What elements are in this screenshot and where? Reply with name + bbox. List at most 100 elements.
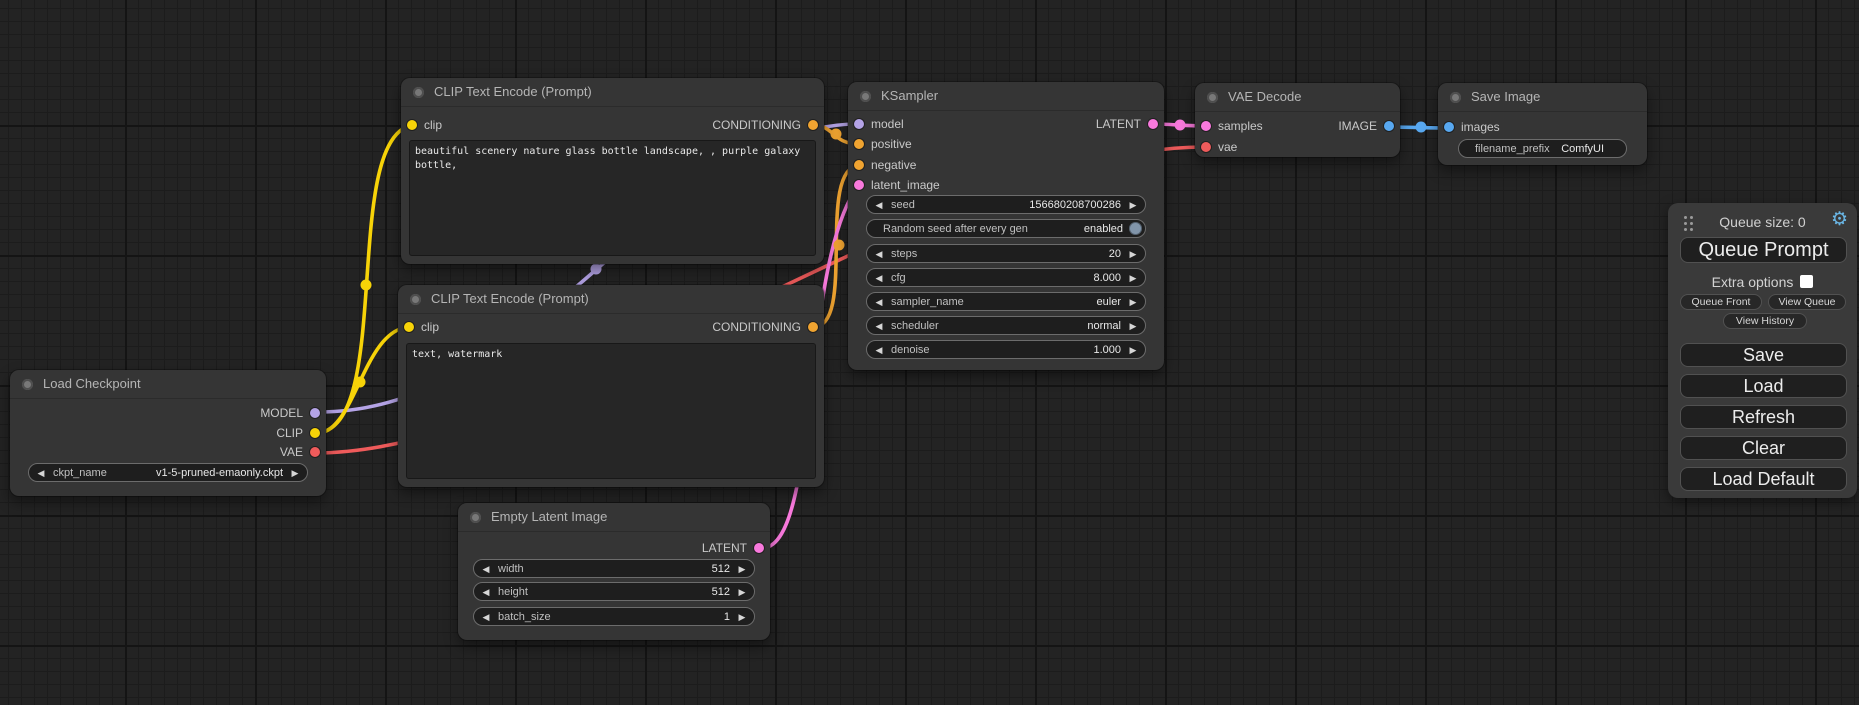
gear-icon[interactable]: ⚙ (1831, 209, 1848, 231)
decrement-arrow-icon[interactable]: ◀ (29, 465, 53, 481)
link-midpoint-dot[interactable] (1175, 120, 1186, 131)
node-load-checkpoint[interactable]: Load Checkpoint MODEL CLIP VAE ◀ ckpt_na… (10, 370, 326, 496)
collapse-dot-icon[interactable] (1207, 92, 1218, 103)
increment-arrow-icon[interactable]: ▶ (1121, 246, 1145, 262)
node-title: CLIP Text Encode (Prompt) (431, 285, 589, 313)
cfg-widget[interactable]: ◀ cfg 8.000 ▶ (866, 268, 1146, 287)
load-button[interactable]: Load (1680, 374, 1847, 398)
increment-arrow-icon[interactable]: ▶ (283, 465, 307, 481)
clear-button[interactable]: Clear (1680, 436, 1847, 460)
view-history-button[interactable]: View History (1723, 313, 1807, 329)
negative-input-slot[interactable] (854, 160, 864, 170)
node-clip-text-encode-negative[interactable]: CLIP Text Encode (Prompt) clip CONDITION… (398, 285, 824, 487)
increment-arrow-icon[interactable]: ▶ (1121, 318, 1145, 334)
node-clip-text-encode-positive[interactable]: CLIP Text Encode (Prompt) clip CONDITION… (401, 78, 824, 264)
increment-arrow-icon[interactable]: ▶ (1121, 197, 1145, 213)
slot-label: negative (871, 158, 916, 172)
node-header[interactable]: CLIP Text Encode (Prompt) (398, 285, 824, 314)
node-title: Save Image (1471, 83, 1540, 111)
vae-output-slot[interactable] (310, 447, 320, 457)
increment-arrow-icon[interactable]: ▶ (730, 561, 754, 577)
decrement-arrow-icon[interactable]: ◀ (867, 342, 891, 358)
widget-value: 8.000 (1093, 272, 1121, 284)
batch-size-widget[interactable]: ◀ batch_size 1 ▶ (473, 607, 755, 626)
increment-arrow-icon[interactable]: ▶ (1121, 270, 1145, 286)
node-vae-decode[interactable]: VAE Decode samples IMAGE vae (1195, 83, 1400, 157)
latent-output-slot[interactable] (1148, 119, 1158, 129)
increment-arrow-icon[interactable]: ▶ (730, 609, 754, 625)
positive-input-slot[interactable] (854, 139, 864, 149)
latent-image-input-slot[interactable] (854, 180, 864, 190)
model-output-slot[interactable] (310, 408, 320, 418)
collapse-dot-icon[interactable] (860, 91, 871, 102)
decrement-arrow-icon[interactable]: ◀ (867, 318, 891, 334)
extra-options-label: Extra options (1712, 274, 1794, 290)
queue-prompt-button[interactable]: Queue Prompt (1680, 237, 1847, 263)
link-midpoint-dot[interactable] (831, 129, 842, 140)
node-save-image[interactable]: Save Image images filename_prefix ComfyU… (1438, 83, 1647, 165)
link-midpoint-dot[interactable] (1416, 122, 1427, 133)
collapse-dot-icon[interactable] (413, 87, 424, 98)
queue-front-button[interactable]: Queue Front (1680, 294, 1762, 310)
increment-arrow-icon[interactable]: ▶ (1121, 294, 1145, 310)
images-input-slot[interactable] (1444, 122, 1454, 132)
output-row: CONDITIONING (398, 317, 824, 337)
ckpt-name-widget[interactable]: ◀ ckpt_name v1-5-pruned-emaonly.ckpt ▶ (28, 463, 308, 482)
clip-output-slot[interactable] (310, 428, 320, 438)
width-widget[interactable]: ◀ width 512 ▶ (473, 559, 755, 578)
collapse-dot-icon[interactable] (1450, 92, 1461, 103)
filename-prefix-widget[interactable]: filename_prefix ComfyUI (1458, 139, 1627, 158)
decrement-arrow-icon[interactable]: ◀ (474, 609, 498, 625)
link-midpoint-dot[interactable] (591, 264, 602, 275)
slot-label: latent_image (871, 178, 940, 192)
decrement-arrow-icon[interactable]: ◀ (474, 561, 498, 577)
slot-label: positive (871, 137, 912, 151)
node-header[interactable]: VAE Decode (1195, 83, 1400, 112)
decrement-arrow-icon[interactable]: ◀ (867, 246, 891, 262)
node-title: VAE Decode (1228, 83, 1301, 111)
node-header[interactable]: CLIP Text Encode (Prompt) (401, 78, 824, 107)
denoise-widget[interactable]: ◀ denoise 1.000 ▶ (866, 340, 1146, 359)
node-ksampler[interactable]: KSampler model LATENT positive negative … (848, 82, 1164, 370)
conditioning-output-slot[interactable] (808, 322, 818, 332)
save-button[interactable]: Save (1680, 343, 1847, 367)
conditioning-output-slot[interactable] (808, 120, 818, 130)
random-seed-toggle-widget[interactable]: Random seed after every gen enabled (866, 219, 1146, 238)
decrement-arrow-icon[interactable]: ◀ (474, 584, 498, 600)
decrement-arrow-icon[interactable]: ◀ (867, 270, 891, 286)
image-output-slot[interactable] (1384, 121, 1394, 131)
collapse-dot-icon[interactable] (410, 294, 421, 305)
load-default-button[interactable]: Load Default (1680, 467, 1847, 491)
link-midpoint-dot[interactable] (355, 377, 366, 388)
increment-arrow-icon[interactable]: ▶ (730, 584, 754, 600)
decrement-arrow-icon[interactable]: ◀ (867, 294, 891, 310)
refresh-button[interactable]: Refresh (1680, 405, 1847, 429)
input-row: vae (1195, 137, 1400, 157)
sampler-name-widget[interactable]: ◀ sampler_name euler ▶ (866, 292, 1146, 311)
output-row: IMAGE (1195, 116, 1400, 136)
widget-label: seed (891, 199, 1029, 211)
view-queue-button[interactable]: View Queue (1768, 294, 1846, 310)
increment-arrow-icon[interactable]: ▶ (1121, 342, 1145, 358)
decrement-arrow-icon[interactable]: ◀ (867, 197, 891, 213)
positive-prompt-textarea[interactable]: beautiful scenery nature glass bottle la… (409, 140, 816, 256)
toggle-dot-icon[interactable] (1129, 222, 1142, 235)
node-header[interactable]: Save Image (1438, 83, 1647, 112)
node-header[interactable]: Empty Latent Image (458, 503, 770, 532)
output-row: CONDITIONING (401, 115, 824, 135)
collapse-dot-icon[interactable] (22, 379, 33, 390)
node-empty-latent-image[interactable]: Empty Latent Image LATENT ◀ width 512 ▶ … (458, 503, 770, 640)
link-midpoint-dot[interactable] (834, 240, 845, 251)
extra-options-checkbox[interactable] (1800, 275, 1813, 288)
negative-prompt-textarea[interactable]: text, watermark (406, 343, 816, 479)
steps-widget[interactable]: ◀ steps 20 ▶ (866, 244, 1146, 263)
scheduler-widget[interactable]: ◀ scheduler normal ▶ (866, 316, 1146, 335)
height-widget[interactable]: ◀ height 512 ▶ (473, 582, 755, 601)
node-header[interactable]: Load Checkpoint (10, 370, 326, 399)
node-header[interactable]: KSampler (848, 82, 1164, 111)
latent-output-slot[interactable] (754, 543, 764, 553)
vae-input-slot[interactable] (1201, 142, 1211, 152)
collapse-dot-icon[interactable] (470, 512, 481, 523)
link-midpoint-dot[interactable] (361, 280, 372, 291)
seed-widget[interactable]: ◀ seed 156680208700286 ▶ (866, 195, 1146, 214)
